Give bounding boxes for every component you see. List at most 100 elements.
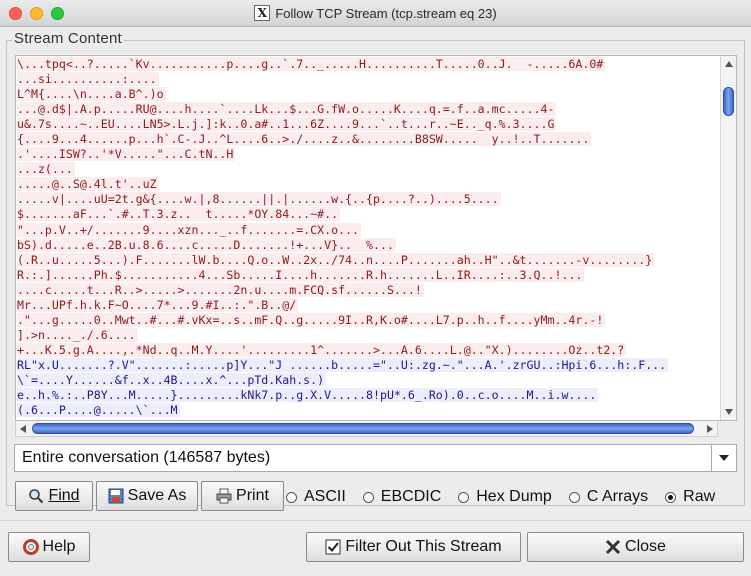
zoom-window-icon[interactable]	[51, 7, 64, 20]
help-label: Help	[42, 538, 76, 555]
format-radio-group: ASCII EBCDIC Hex Dump C Arrays Raw	[286, 487, 732, 507]
horizontal-scroll-thumb[interactable]	[32, 423, 694, 434]
stream-line-client: \...tpq<..?.....`Kv...........p....g..`.…	[16, 57, 721, 72]
stream-line-client: ."...g.....0..Mwt..#...#.vKx=..s..mF.Q..…	[16, 312, 721, 328]
conversation-dropdown-button[interactable]	[711, 445, 736, 471]
format-radio-label: ASCII	[304, 488, 346, 505]
scroll-right-arrow-icon[interactable]	[707, 425, 713, 433]
stream-line-text: .....v|....uU=2t.g&{....w.|,8......||.|.…	[17, 192, 501, 207]
find-label: Find	[48, 487, 80, 504]
format-radio-raw[interactable]: Raw	[665, 488, 715, 506]
format-radio-label: Raw	[683, 488, 716, 505]
x11-app-icon: X	[254, 5, 271, 21]
format-radio-label: EBCDIC	[380, 488, 442, 505]
radio-circle[interactable]	[362, 491, 374, 503]
format-radio-ascii[interactable]: ASCII	[286, 488, 346, 506]
close-label: Close	[625, 538, 666, 555]
stream-line-text: "...p.V..+/.......9....xzn..._..f.......…	[17, 222, 362, 237]
stream-line-text: .....@..S@.4l.t'..uZ	[17, 177, 159, 192]
stream-line-client: u&.7s....~..EU....LN5>.L.j.]:k..0.a#..1.…	[16, 117, 721, 132]
stream-line-client: ...z(...	[16, 162, 721, 177]
stream-line-text: ...@.d$|.A.p.....RU@....h....`....Lk...$…	[17, 102, 557, 117]
stream-line-text: e..h.%.:..P8Y...M.....}.........kNk7.p..…	[17, 388, 599, 403]
stream-line-server: \`=....Y......&f..x..4B....x.^...pTd.Kah…	[16, 372, 721, 388]
stream-line-text: $.......aF...`.#..T.3.z.. t.....*OY.84..…	[17, 207, 341, 222]
radio-circle[interactable]	[568, 491, 580, 503]
window-controls	[9, 7, 64, 20]
stream-line-text: \...tpq<..?.....`Kv...........p....g..`.…	[17, 57, 606, 71]
stream-line-client: .'....ISW?..'*V....."...C.tN..H	[16, 147, 721, 162]
chevron-down-icon	[719, 455, 729, 461]
minimize-window-icon[interactable]	[30, 7, 43, 20]
magnifier-icon	[29, 489, 44, 504]
stream-line-client: ...si..........:....	[16, 72, 721, 87]
save-as-label: Save As	[127, 487, 187, 504]
stream-line-client: ....c.....t...R..>.....>.......2n.u....m…	[16, 282, 721, 298]
stream-line-text: {....9...4......p...h`.C-.J..^L....6..>.…	[17, 132, 592, 147]
close-button[interactable]: Close	[527, 532, 744, 562]
stream-line-client: ].>n...._./.6....	[16, 327, 721, 343]
stream-line-text: (.R..u.....5...).F.......lW.b....Q.o..W.…	[17, 252, 655, 267]
print-button[interactable]: Print	[201, 481, 284, 511]
format-radio-hex-dump[interactable]: Hex Dump	[458, 488, 552, 506]
window-title: Follow TCP Stream (tcp.stream eq 23)	[275, 5, 497, 21]
radio-circle-selected[interactable]	[665, 491, 677, 503]
panel-legend: Stream Content	[12, 30, 124, 47]
stream-text[interactable]: \...tpq<..?.....`Kv...........p....g..`.…	[16, 56, 721, 420]
scroll-up-arrow-icon[interactable]	[725, 61, 733, 67]
stream-line-client: R.:.]......Ph.$...........4...Sb.....I..…	[16, 267, 721, 283]
print-label: Print	[236, 487, 269, 504]
scroll-down-arrow-icon[interactable]	[725, 409, 733, 415]
help-button[interactable]: Help	[8, 532, 90, 562]
stream-line-text: L^M{....\n....a.B^.)o	[17, 87, 166, 102]
conversation-select-value: Entire conversation (146587 bytes)	[22, 449, 271, 466]
find-button[interactable]: Find	[15, 481, 93, 511]
format-radio-ebcdic[interactable]: EBCDIC	[362, 488, 442, 506]
stream-line-server: e..h.%.:..P8Y...M.....}.........kNk7.p..…	[16, 388, 721, 403]
title-bar: X Follow TCP Stream (tcp.stream eq 23)	[0, 0, 751, 27]
horizontal-scrollbar[interactable]	[15, 421, 718, 437]
lifebuoy-icon	[22, 539, 39, 555]
window-title-group: X Follow TCP Stream (tcp.stream eq 23)	[254, 5, 497, 21]
vertical-scrollbar[interactable]	[720, 56, 736, 420]
format-radio-label: C Arrays	[586, 488, 649, 505]
stream-line-text: ."...g.....0..Mwt..#...#.vKx=..s..mF.Q..…	[17, 312, 606, 327]
filter-label: Filter Out This Stream	[345, 538, 502, 555]
stream-line-text: ...z(...	[17, 162, 75, 177]
stream-line-client: Mr...UPf.h.k.F~O....7*...9.#I..:.".B..@/	[16, 297, 721, 313]
vertical-scroll-thumb[interactable]	[723, 87, 734, 116]
close-x-icon	[605, 539, 621, 555]
stream-line-client: ...@.d$|.A.p.....RU@....h....`....Lk...$…	[16, 102, 721, 117]
stream-line-client: (.R..u.....5...).F.......lW.b....Q.o..W.…	[16, 252, 721, 268]
save-disk-icon	[108, 488, 124, 504]
footer-divider	[0, 520, 751, 521]
stream-line-client: .....@..S@.4l.t'..uZ	[16, 177, 721, 192]
stream-line-text: bS).d.....e..2B.u.8.6....c.....D.......!…	[17, 237, 396, 252]
stream-line-client: .....v|....uU=2t.g&{....w.|,8......||.|.…	[16, 192, 721, 207]
stream-line-text: ...si..........:....	[17, 72, 159, 87]
close-window-icon[interactable]	[9, 7, 22, 20]
stream-line-server: (.6...P....@.....\`...M	[16, 403, 721, 418]
printer-icon	[216, 488, 232, 504]
stream-line-text: ].>n...._./.6....	[17, 327, 138, 342]
radio-circle[interactable]	[286, 491, 297, 503]
conversation-select[interactable]: Entire conversation (146587 bytes)	[14, 444, 737, 472]
filter-out-stream-button[interactable]: Filter Out This Stream	[306, 532, 521, 562]
stream-line-text: u&.7s....~..EU....LN5>.L.j.]:k..0.a#..1.…	[17, 117, 557, 132]
stream-line-text: (.6...P....@.....\`...M	[17, 403, 180, 418]
stream-line-text: Mr...UPf.h.k.F~O....7*...9.#I..:.".B..@/	[17, 297, 299, 312]
save-as-button[interactable]: Save As	[96, 481, 198, 511]
stream-line-text: R.:.]......Ph.$...........4...Sb.....I..…	[17, 267, 585, 282]
stream-line-client: bS).d.....e..2B.u.8.6....c.....D.......!…	[16, 237, 721, 253]
stream-line-client: {....9...4......p...h`.C-.J..^L....6..>.…	[16, 132, 721, 147]
stream-line-text: .'....ISW?..'*V....."...C.tN..H	[17, 147, 236, 162]
format-radio-c-arrays[interactable]: C Arrays	[568, 488, 649, 506]
stream-line-client: $.......aF...`.#..T.3.z.. t.....*OY.84..…	[16, 207, 721, 222]
stream-text-area[interactable]: \...tpq<..?.....`Kv...........p....g..`.…	[15, 55, 737, 421]
stream-line-text: ....c.....t...R..>.....>.......2n.u....m…	[17, 282, 424, 297]
format-radio-label: Hex Dump	[476, 488, 552, 505]
radio-circle[interactable]	[458, 491, 470, 503]
stream-line-client: +...K.5.g.A....,.*Nd..q..M.Y....'.......…	[16, 342, 721, 358]
stream-line-text: +...K.5.g.A....,.*Nd..q..M.Y....'.......…	[17, 342, 627, 357]
scroll-left-arrow-icon[interactable]	[20, 425, 26, 433]
